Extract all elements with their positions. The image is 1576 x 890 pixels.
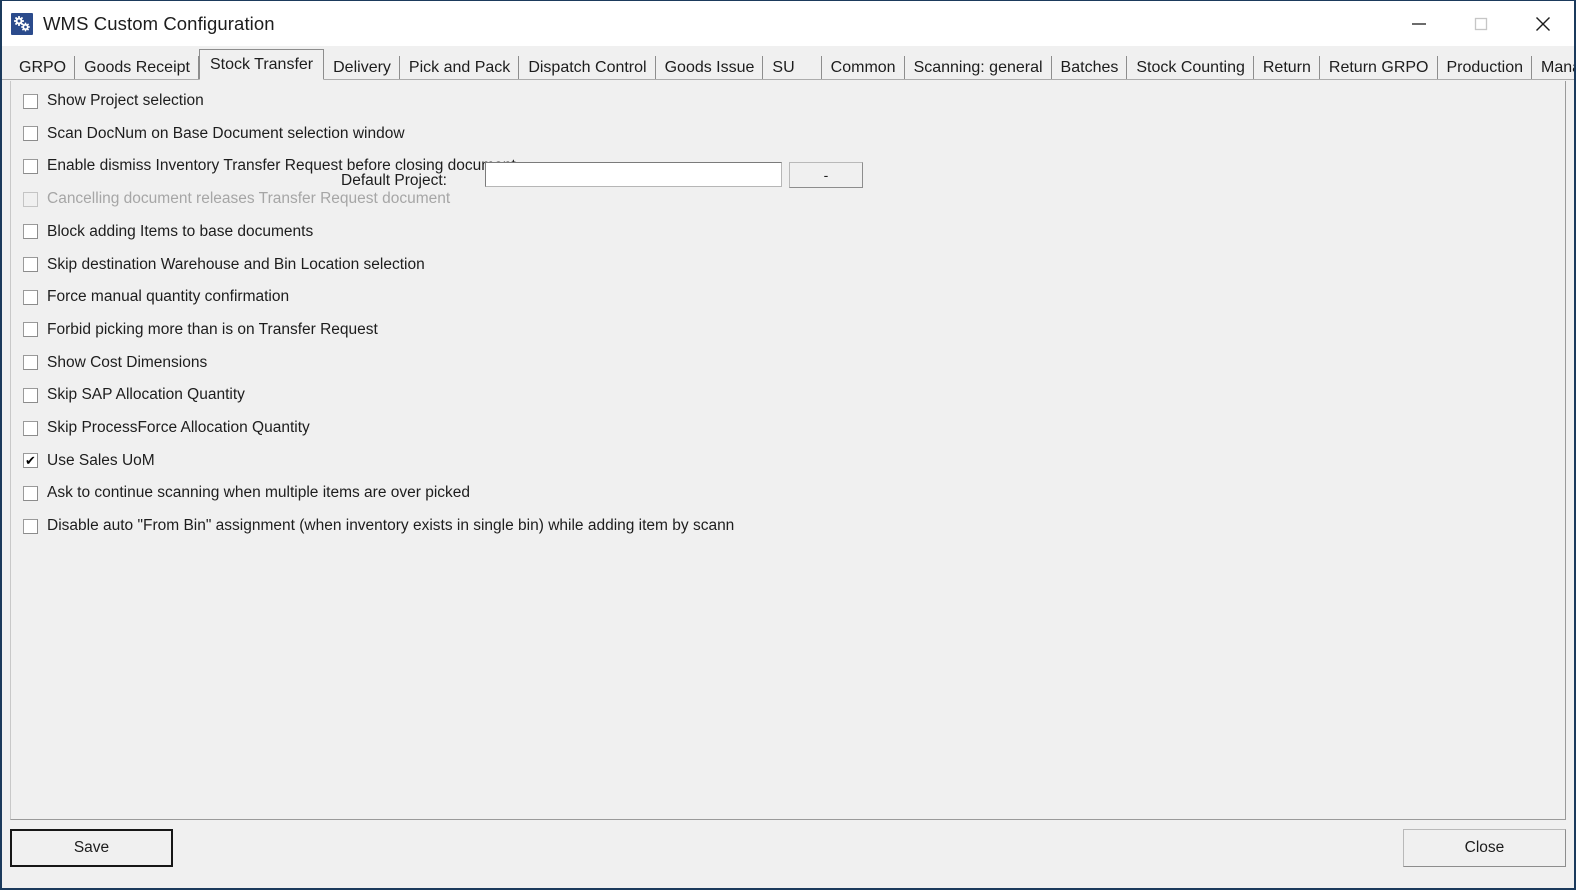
option-row[interactable]: Ask to continue scanning when multiple i… (23, 483, 470, 503)
option-row[interactable]: Show Project selection (23, 91, 204, 111)
option-label: Use Sales UoM (47, 452, 155, 470)
option-row[interactable]: Scan DocNum on Base Document selection w… (23, 124, 405, 144)
tab-delivery[interactable]: Delivery (324, 56, 400, 79)
minimize-button[interactable] (1388, 1, 1450, 46)
tab-return-grpo[interactable]: Return GRPO (1320, 56, 1438, 79)
tab-batches[interactable]: Batches (1052, 56, 1128, 79)
checkbox-icon[interactable] (23, 519, 38, 534)
checkbox-icon[interactable]: ✔ (23, 453, 38, 468)
window-controls (1388, 1, 1574, 46)
default-project-browse-button[interactable]: - (789, 162, 863, 188)
option-row[interactable]: Skip destination Warehouse and Bin Locat… (23, 255, 425, 275)
option-label: Ask to continue scanning when multiple i… (47, 484, 470, 502)
footer-bar: Save Close (2, 820, 1574, 888)
option-row[interactable]: Skip SAP Allocation Quantity (23, 385, 245, 405)
tab-goods-receipt[interactable]: Goods Receipt (75, 56, 199, 79)
option-row[interactable]: Disable auto "From Bin" assignment (when… (23, 516, 734, 536)
checkbox-icon[interactable] (23, 355, 38, 370)
tab-stock-transfer[interactable]: Stock Transfer (199, 49, 324, 80)
checkbox-icon[interactable] (23, 126, 38, 141)
option-row[interactable]: Force manual quantity confirmation (23, 287, 289, 307)
save-button[interactable]: Save (10, 829, 173, 867)
checkbox-icon[interactable] (23, 290, 38, 305)
window-title: WMS Custom Configuration (43, 13, 275, 35)
option-label: Forbid picking more than is on Transfer … (47, 321, 378, 339)
close-button[interactable]: Close (1403, 829, 1566, 867)
tab-strip: GRPOGoods ReceiptStock TransferDeliveryP… (2, 46, 1574, 80)
checkbox-icon[interactable] (23, 486, 38, 501)
checkbox-icon[interactable] (23, 159, 38, 174)
option-label: Disable auto "From Bin" assignment (when… (47, 517, 734, 535)
option-row[interactable]: Show Cost Dimensions (23, 353, 207, 373)
maximize-button[interactable] (1450, 1, 1512, 46)
tab-common[interactable]: Common (822, 56, 905, 79)
default-project-input[interactable] (485, 162, 782, 187)
option-row[interactable]: Forbid picking more than is on Transfer … (23, 320, 378, 340)
tab-dispatch-control[interactable]: Dispatch Control (519, 56, 655, 79)
checkbox-icon[interactable] (23, 94, 38, 109)
check-mark-icon: ✔ (25, 453, 36, 468)
tab-su[interactable]: SU (763, 56, 821, 79)
tab-manager[interactable]: Manager (1532, 56, 1576, 79)
checkbox-icon[interactable] (23, 421, 38, 436)
tab-scanning-general[interactable]: Scanning: general (905, 56, 1052, 79)
option-label: Skip ProcessForce Allocation Quantity (47, 419, 310, 437)
option-row[interactable]: Cancelling document releases Transfer Re… (23, 189, 450, 209)
option-label: Show Project selection (47, 92, 204, 110)
option-row[interactable]: Block adding Items to base documents (23, 222, 313, 242)
option-label: Block adding Items to base documents (47, 223, 313, 241)
checkbox-icon[interactable] (23, 192, 38, 207)
tab-return[interactable]: Return (1254, 56, 1320, 79)
tab-pick-and-pack[interactable]: Pick and Pack (400, 56, 519, 79)
application-window: WMS Custom Configuration GRPOGoods Recei (0, 0, 1576, 890)
checkbox-icon[interactable] (23, 322, 38, 337)
tab-panel-stock-transfer: Show Project selection Scan DocNum on Bas… (10, 81, 1566, 820)
checkbox-icon[interactable] (23, 257, 38, 272)
option-row[interactable]: Skip ProcessForce Allocation Quantity (23, 418, 310, 438)
gears-icon (11, 13, 33, 35)
tab-goods-issue[interactable]: Goods Issue (656, 56, 764, 79)
close-button-titlebar[interactable] (1512, 1, 1574, 46)
option-row[interactable]: ✔ Use Sales UoM (23, 451, 155, 471)
tab-grpo[interactable]: GRPO (10, 56, 75, 79)
checkbox-icon[interactable] (23, 224, 38, 239)
option-label: Skip destination Warehouse and Bin Locat… (47, 256, 425, 274)
option-label: Skip SAP Allocation Quantity (47, 386, 245, 404)
checkbox-icon[interactable] (23, 388, 38, 403)
title-bar: WMS Custom Configuration (2, 1, 1574, 46)
option-label: Cancelling document releases Transfer Re… (47, 190, 450, 208)
option-label: Force manual quantity confirmation (47, 288, 289, 306)
option-label: Show Cost Dimensions (47, 354, 207, 372)
tab-production[interactable]: Production (1438, 56, 1533, 79)
default-project-label: Default Project: (341, 172, 447, 190)
tab-stock-counting[interactable]: Stock Counting (1127, 56, 1254, 79)
option-label: Scan DocNum on Base Document selection w… (47, 125, 405, 143)
